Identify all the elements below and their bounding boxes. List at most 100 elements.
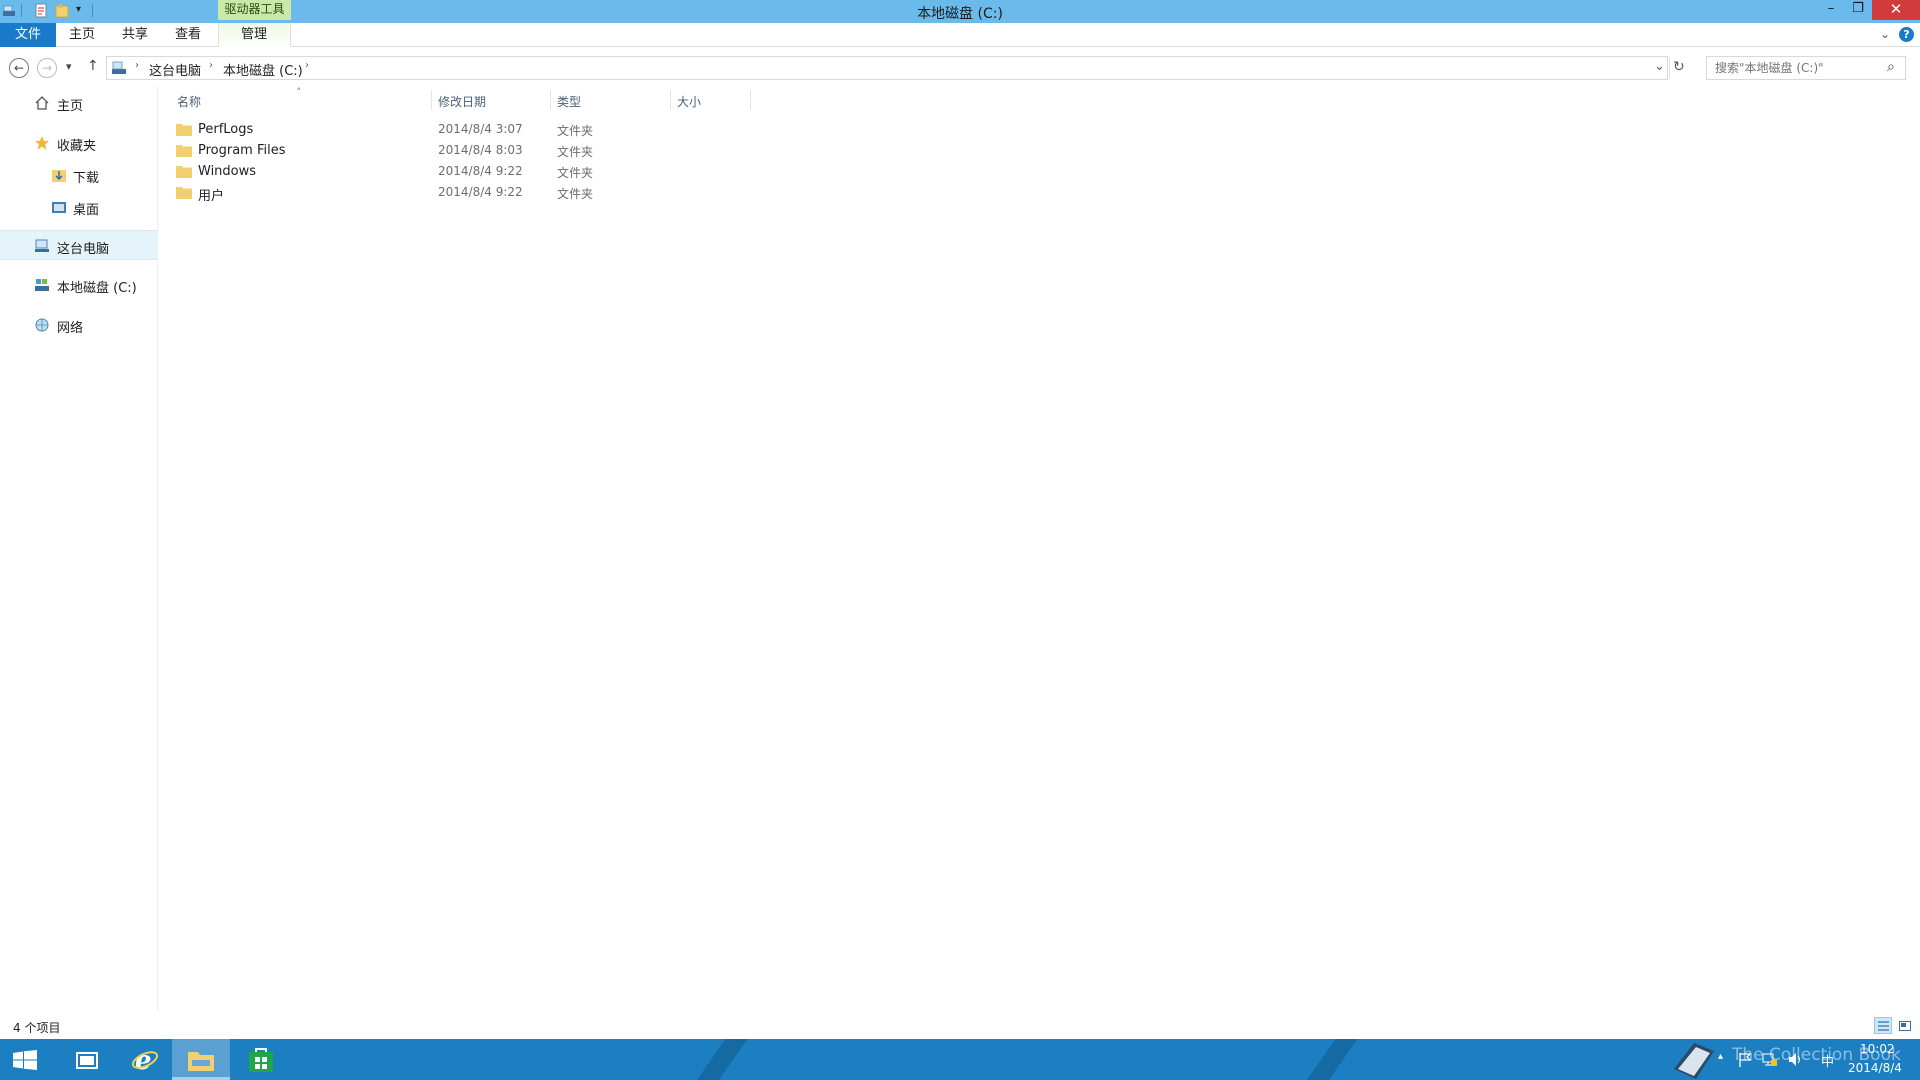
drive-icon <box>35 279 49 291</box>
details-view-icon <box>1878 1021 1889 1031</box>
search-input[interactable] <box>1707 57 1877 79</box>
tab-file[interactable]: 文件 <box>0 23 56 47</box>
search-box[interactable]: ⌕ <box>1706 56 1906 80</box>
nav-item-favorites[interactable]: 收藏夹 <box>0 128 158 158</box>
watermark-book-icon <box>1674 1043 1714 1079</box>
expand-ribbon-icon[interactable]: ⌄ <box>1880 27 1890 41</box>
large-icons-view-button[interactable] <box>1895 1017 1913 1034</box>
file-type: 文件夹 <box>557 187 594 201</box>
tab-share[interactable]: 共享 <box>115 23 155 47</box>
nav-label: 这台电脑 <box>57 242 110 257</box>
forward-button[interactable]: → <box>37 58 57 78</box>
address-history-dropdown[interactable]: ⌄ <box>1654 59 1665 74</box>
internet-explorer-icon: e <box>131 1046 159 1074</box>
nav-item-this-pc[interactable]: 这台电脑 <box>0 230 158 260</box>
search-icon[interactable]: ⌕ <box>1887 59 1895 75</box>
table-row[interactable]: Program Files 2014/8/4 8:03 文件夹 <box>172 141 1172 162</box>
nav-item-local-disk[interactable]: 本地磁盘 (C:) <box>0 270 158 300</box>
address-row: ← → ▾ ↑ › 这台电脑 › 本地磁盘 (C:) › ⌄ ↻ ⌕ <box>0 48 1920 86</box>
clock-date[interactable]: 2014/8/4 <box>1848 1061 1902 1075</box>
tab-manage[interactable]: 管理 <box>234 23 274 47</box>
back-button[interactable]: ← <box>9 58 29 78</box>
show-hidden-icons-button[interactable]: ▴ <box>1718 1051 1723 1062</box>
tab-view[interactable]: 查看 <box>168 23 208 47</box>
column-divider[interactable] <box>750 90 751 110</box>
column-divider[interactable] <box>431 90 432 110</box>
file-name: PerfLogs <box>198 122 254 137</box>
file-type: 文件夹 <box>557 124 594 138</box>
nav-label: 桌面 <box>73 203 100 218</box>
file-date: 2014/8/4 8:03 <box>438 143 523 157</box>
nav-item-home[interactable]: 主页 <box>0 88 158 118</box>
column-header-type[interactable]: 类型 <box>557 93 581 110</box>
volume-icon[interactable] <box>1788 1052 1804 1067</box>
nav-item-network[interactable]: 网络 <box>0 310 158 340</box>
nav-label: 下载 <box>73 171 100 186</box>
input-method-indicator[interactable]: 中 <box>1821 1051 1834 1070</box>
taskbar-explorer-folder[interactable] <box>58 1039 116 1080</box>
desktop-folder-icon <box>52 202 66 213</box>
breadcrumb-separator[interactable]: › <box>305 60 309 71</box>
file-date: 2014/8/4 9:22 <box>438 185 523 199</box>
taskbar-store[interactable] <box>232 1039 290 1080</box>
computer-icon <box>35 239 49 252</box>
table-row[interactable]: 用户 2014/8/4 9:22 文件夹 <box>172 183 1172 204</box>
minimize-button[interactable]: – <box>1818 0 1844 20</box>
large-icons-view-icon <box>1899 1021 1911 1031</box>
column-header-date[interactable]: 修改日期 <box>438 93 486 110</box>
store-icon <box>249 1048 273 1072</box>
folder-icon <box>176 187 192 199</box>
taskbar-internet-explorer[interactable]: e <box>116 1039 174 1080</box>
column-header-size[interactable]: 大小 <box>677 93 701 110</box>
windows-logo-icon <box>13 1050 37 1070</box>
window-title: 本地磁盘 (C:) <box>917 6 1003 22</box>
wallpaper-stripe <box>683 1039 755 1080</box>
downloads-folder-icon <box>52 170 66 182</box>
tab-home[interactable]: 主页 <box>62 23 102 47</box>
start-button[interactable] <box>0 1039 58 1080</box>
network-tray-icon[interactable] <box>1762 1052 1778 1067</box>
file-name: Windows <box>198 164 257 179</box>
address-divider <box>1669 57 1670 79</box>
nav-label: 主页 <box>57 99 84 114</box>
file-name: 用户 <box>198 189 225 204</box>
title-bar[interactable]: ▾ 驱动器工具 本地磁盘 (C:) – ❐ ✕ <box>0 0 1920 23</box>
ribbon-tabs: 文件 主页 共享 查看 管理 ⌄ ? <box>0 23 1920 47</box>
recent-locations-button[interactable]: ▾ <box>66 60 72 73</box>
file-name: Program Files <box>198 143 286 158</box>
svg-text:e: e <box>135 1046 152 1074</box>
details-view-button[interactable] <box>1874 1017 1892 1034</box>
breadcrumb-local-disk[interactable]: 本地磁盘 (C:) <box>223 60 303 79</box>
nav-label: 网络 <box>57 321 84 336</box>
breadcrumb-separator[interactable]: › <box>135 60 139 71</box>
item-count: 4 个项目 <box>13 1021 61 1035</box>
file-type: 文件夹 <box>557 145 594 159</box>
file-list: 名称 ˄ 修改日期 类型 大小 PerfLogs 2014/8/4 3:07 文… <box>160 86 1920 1011</box>
table-row[interactable]: PerfLogs 2014/8/4 3:07 文件夹 <box>172 120 1172 141</box>
address-bar[interactable]: › 这台电脑 › 本地磁盘 (C:) › ⌄ <box>106 56 1670 80</box>
nav-label: 收藏夹 <box>57 139 97 154</box>
network-icon <box>35 318 49 332</box>
taskbar-file-explorer-active[interactable] <box>172 1039 230 1080</box>
status-bar: 4 个项目 <box>0 1011 1920 1039</box>
home-icon <box>35 96 49 110</box>
file-explorer-icon <box>188 1052 214 1071</box>
refresh-button[interactable]: ↻ <box>1673 59 1685 75</box>
column-divider[interactable] <box>670 90 671 110</box>
folder-windows-icon <box>76 1052 98 1069</box>
sort-ascending-icon: ˄ <box>296 86 302 99</box>
clock-time[interactable]: 10:02 <box>1860 1042 1895 1056</box>
action-center-flag-icon[interactable] <box>1738 1052 1752 1067</box>
up-button[interactable]: ↑ <box>87 58 99 74</box>
breadcrumb-this-pc[interactable]: 这台电脑 <box>149 60 201 79</box>
table-row[interactable]: Windows 2014/8/4 9:22 文件夹 <box>172 162 1172 183</box>
help-icon[interactable]: ? <box>1899 27 1914 42</box>
close-button[interactable]: ✕ <box>1872 0 1920 20</box>
navigation-pane: 主页 收藏夹 下载 桌面 这台电脑 本地磁盘 (C:) 网络 <box>0 86 158 1011</box>
restore-button[interactable]: ❐ <box>1845 0 1871 20</box>
nav-item-downloads[interactable]: 下载 <box>0 160 158 190</box>
column-divider[interactable] <box>550 90 551 110</box>
column-header-name[interactable]: 名称 <box>177 93 201 110</box>
nav-item-desktop[interactable]: 桌面 <box>0 192 158 222</box>
breadcrumb-separator[interactable]: › <box>209 60 213 71</box>
